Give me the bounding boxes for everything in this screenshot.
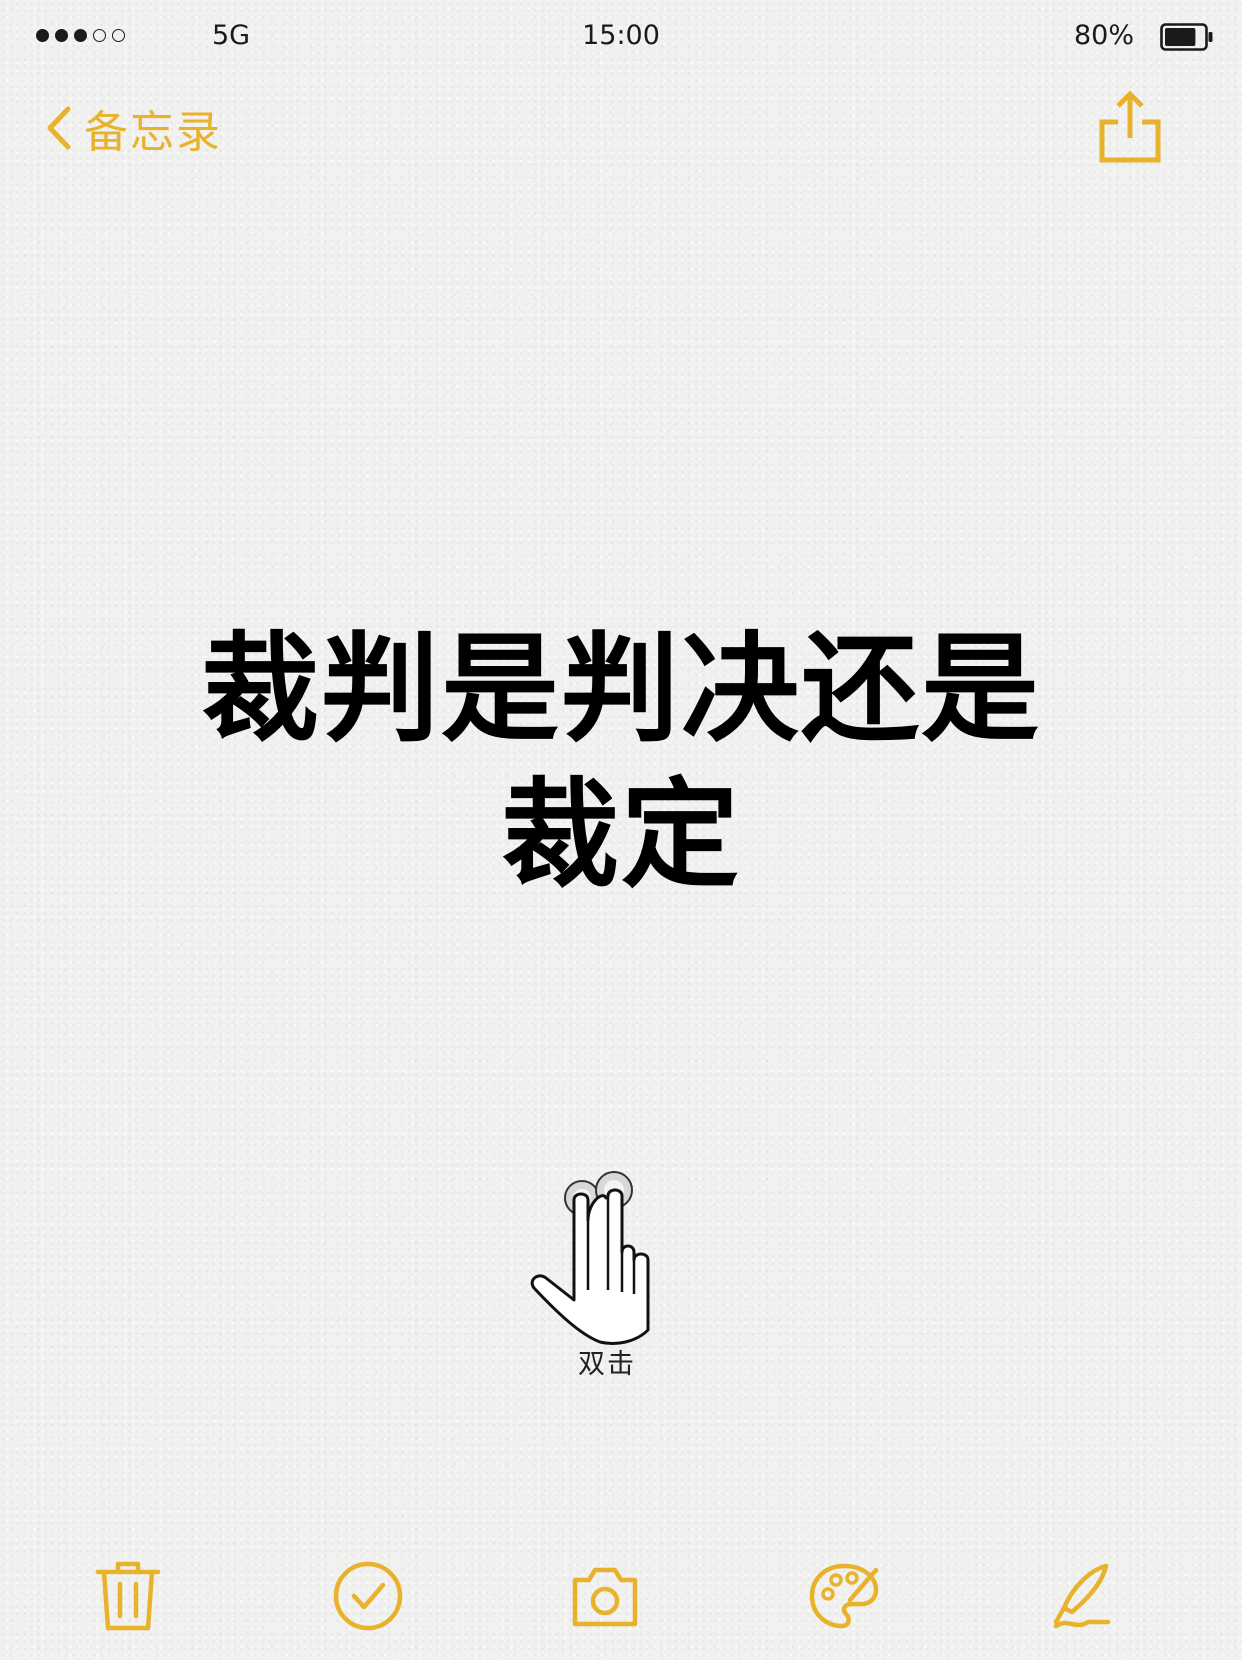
chevron-left-icon [47,106,71,150]
trash-icon [95,1561,161,1631]
note-title[interactable]: 裁判是判决还是 裁定 [120,616,1122,908]
checklist-button[interactable] [328,1556,408,1636]
battery-percent: 80% [1073,20,1134,51]
note-title-line-1: 裁判是判决还是 [200,620,1041,758]
status-time: 15:00 [582,20,660,51]
back-button-label: 备忘录 [84,107,222,158]
compose-button[interactable] [1042,1556,1122,1636]
pen-icon [1053,1563,1111,1629]
camera-button[interactable] [565,1556,645,1636]
bottom-toolbar [0,1556,1242,1640]
double-tap-hand-icon [530,1171,650,1345]
double-tap-label: 双击 [578,1349,636,1380]
markup-button[interactable] [804,1556,884,1636]
camera-icon [572,1567,638,1627]
status-bar: 5G 15:00 80% [0,0,1242,76]
share-icon[interactable] [1098,90,1162,164]
delete-button[interactable] [88,1556,168,1636]
checkmark-circle-icon [333,1561,403,1631]
note-title-line-2: 裁定 [500,766,741,904]
battery-icon [1160,23,1213,51]
back-button[interactable]: 备忘录 [44,98,222,158]
palette-icon [809,1563,879,1629]
